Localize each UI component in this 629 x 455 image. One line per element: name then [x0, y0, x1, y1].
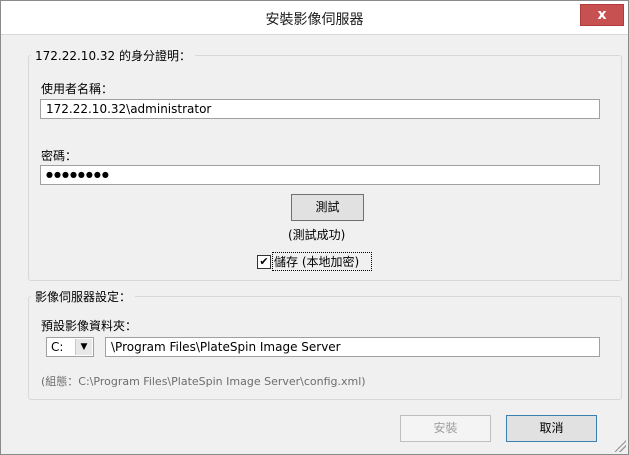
install-image-server-dialog: 安裝影像伺服器 x 172.22.10.32 的身分證明： 使用者名稱： 172… — [0, 0, 629, 455]
password-input[interactable]: ●●●●●●●● — [40, 165, 600, 185]
chevron-down-icon[interactable]: ▼ — [75, 339, 92, 355]
title-bar: 安裝影像伺服器 x — [1, 1, 628, 35]
test-status: (測試成功) — [288, 228, 346, 242]
drive-select[interactable]: C: ▼ — [46, 337, 94, 357]
password-label: 密碼： — [41, 149, 78, 163]
save-checkbox-label[interactable]: 儲存 (本地加密) — [274, 253, 359, 270]
drive-select-value: C: — [51, 340, 64, 354]
server-settings-legend: 影像伺服器設定： — [35, 290, 132, 304]
close-button[interactable]: x — [580, 4, 624, 26]
install-button[interactable]: 安裝 — [400, 415, 491, 442]
save-checkbox[interactable]: ✔ — [257, 255, 271, 269]
image-folder-path-input[interactable]: \Program Files\PlateSpin Image Server — [105, 337, 600, 357]
resize-grip-icon[interactable] — [614, 440, 626, 452]
cancel-button[interactable]: 取消 — [506, 415, 597, 442]
config-path-note: (組態：C:\Program Files\PlateSpin Image Ser… — [41, 375, 366, 388]
test-button[interactable]: 測試 — [291, 194, 364, 221]
credentials-group: 172.22.10.32 的身分證明： — [28, 47, 622, 281]
credentials-legend: 172.22.10.32 的身分證明： — [35, 49, 191, 63]
folder-label: 預設影像資料夾： — [41, 319, 138, 333]
username-label: 使用者名稱： — [41, 82, 114, 96]
username-input[interactable]: 172.22.10.32\administrator — [40, 99, 600, 119]
window-title: 安裝影像伺服器 — [265, 12, 364, 28]
